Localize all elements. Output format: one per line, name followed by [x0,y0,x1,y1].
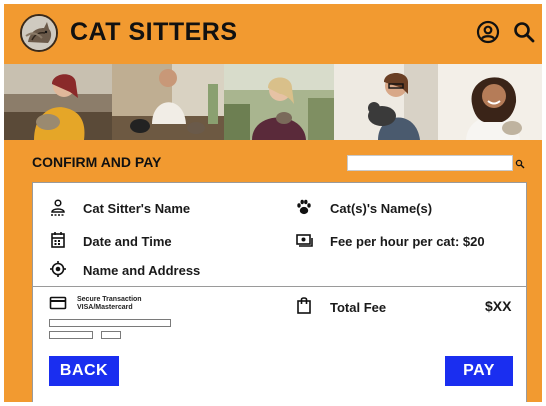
credit-card-icon [49,294,67,312]
card-cvv-field[interactable] [101,331,121,339]
secure-transaction-label: Secure Transaction [77,296,142,303]
back-button[interactable]: BACK [49,356,119,386]
search-input[interactable] [347,155,513,171]
card-number-field[interactable] [49,319,171,327]
pay-button[interactable]: PAY [445,356,513,386]
user-circle-icon[interactable] [476,20,500,44]
total-fee-label: Total Fee [330,300,387,315]
sitter-name-label: Cat Sitter's Name [83,201,191,216]
card-divider [33,286,526,287]
name-address-label: Name and Address [83,263,201,278]
card-types-label: VISA/Mastercard [77,304,133,311]
total-fee-value: $XX [485,298,512,314]
location-target-icon [49,260,67,278]
shopping-bag-icon [295,296,313,314]
app-frame: CAT SITTERS CONFIRM AND PAY Cat Sitter's… [4,4,542,402]
photo-woman-holding-kitten [224,64,334,140]
cat-logo-icon[interactable] [20,14,58,52]
photo-woman-with-glasses-and-cat [334,64,438,140]
card-expiry-field[interactable] [49,331,93,339]
photo-man-with-cats [112,64,224,140]
cash-icon [295,231,313,249]
sitter-person-icon [49,199,67,217]
section-title: CONFIRM AND PAY [32,154,162,170]
search-mini-icon[interactable] [515,156,525,169]
date-time-label: Date and Time [83,234,172,249]
confirmation-card: Cat Sitter's Name Date and Time Name and… [32,182,527,402]
search-icon[interactable] [512,20,536,44]
paw-icon [295,198,313,216]
header: CAT SITTERS [4,4,542,64]
photo-strip [4,64,542,140]
photo-smiling-woman [438,64,542,140]
calendar-icon [49,231,67,249]
cat-names-label: Cat(s)'s Name(s) [330,201,433,216]
brand-title: CAT SITTERS [70,18,238,46]
photo-woman-with-cat [4,64,112,140]
fee-label: Fee per hour per cat: $20 [330,234,485,249]
